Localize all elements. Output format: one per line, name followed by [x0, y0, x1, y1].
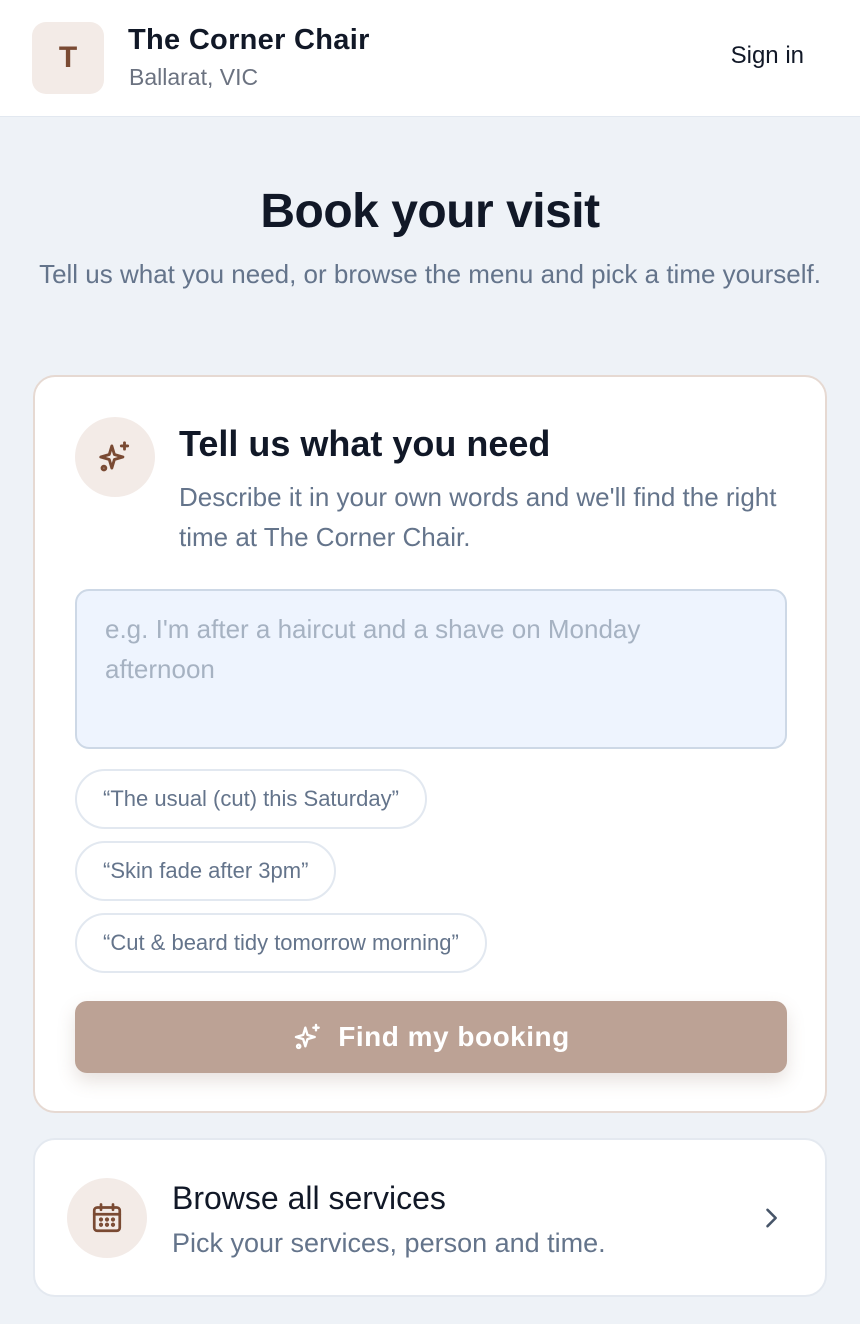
- shop-location: Ballarat, VIC: [129, 64, 259, 90]
- sparkles-badge: [75, 417, 155, 497]
- top-bar: T The Corner Chair Ballarat, VIC Sign in: [0, 0, 860, 117]
- shop-name: The Corner Chair: [128, 24, 370, 56]
- browse-services-card[interactable]: Browse all services Pick your services, …: [33, 1138, 827, 1297]
- booking-request-input[interactable]: [75, 589, 787, 749]
- find-my-booking-button[interactable]: Find my booking: [75, 1001, 787, 1073]
- browse-services-description: Pick your services, person and time.: [172, 1228, 606, 1258]
- browse-services-title: Browse all services: [172, 1180, 446, 1216]
- calendar-icon: [92, 1203, 122, 1233]
- suggestion-chip[interactable]: “Cut & beard tidy tomorrow morning”: [75, 913, 487, 973]
- shop-logo: T: [32, 22, 104, 94]
- sparkles-icon: [99, 441, 130, 472]
- suggestion-chip[interactable]: “Skin fade after 3pm”: [75, 841, 337, 901]
- describe-need-title: Tell us what you need: [179, 423, 551, 464]
- describe-need-description: Describe it in your own words and we'll …: [179, 482, 777, 552]
- sparkles-icon: [295, 1023, 321, 1050]
- suggestion-chip[interactable]: “The usual (cut) this Saturday”: [75, 769, 427, 829]
- page-title: Book your visit: [260, 185, 600, 238]
- describe-need-card: Tell us what you need Describe it in you…: [33, 375, 827, 1113]
- logo-letter: T: [58, 41, 78, 74]
- find-my-booking-label: Find my booking: [338, 1021, 570, 1052]
- calendar-badge: [67, 1178, 147, 1258]
- sign-in-link[interactable]: Sign in: [731, 42, 804, 70]
- chevron-right-icon: [766, 1208, 777, 1228]
- page-subtitle: Tell us what you need, or browse the men…: [39, 259, 821, 289]
